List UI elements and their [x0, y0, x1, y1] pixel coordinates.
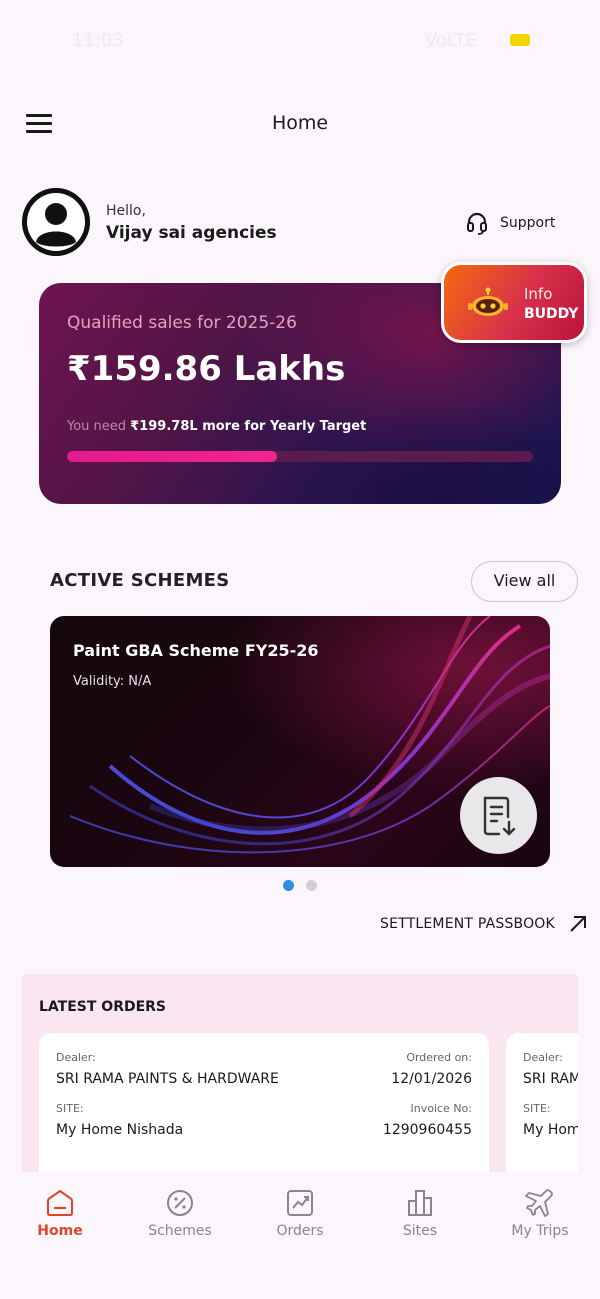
dealer-label: Dealer:	[56, 1051, 96, 1064]
bottom-navigation: Home Schemes Orders Sites My Trips	[0, 1172, 600, 1299]
home-icon	[47, 1189, 73, 1216]
invoice-label: Invoice No:	[410, 1102, 473, 1115]
nav-sites-label: Sites	[402, 1223, 438, 1239]
latest-orders-section: LATEST ORDERS Dealer: SRI RAMA PAINTS & …	[22, 974, 578, 1204]
site-name: My Home Nishada	[523, 1122, 578, 1138]
carousel-dot[interactable]	[306, 880, 317, 891]
ordered-on-date: 12/01/2026	[391, 1071, 472, 1087]
status-time: 11:03	[72, 30, 124, 51]
carousel-dot-active[interactable]	[283, 880, 294, 891]
buddy-line-2: BUDDY	[524, 306, 579, 322]
support-button[interactable]: Support	[466, 210, 555, 236]
buddy-line-1: Info	[524, 285, 553, 303]
arrow-up-right-icon	[570, 916, 586, 932]
airplane-icon	[525, 1189, 553, 1217]
settlement-passbook-link[interactable]: SETTLEMENT PASSBOOK	[380, 915, 587, 933]
greeting-text: Hello,	[106, 203, 146, 219]
sales-progress-fill	[67, 451, 277, 462]
document-download-icon	[483, 796, 516, 836]
view-all-button[interactable]: View all	[471, 561, 578, 602]
sales-label: Qualified sales for 2025-26	[67, 313, 297, 333]
info-buddy-button[interactable]: Info BUDDY	[441, 262, 587, 343]
scheme-document-button[interactable]	[460, 777, 537, 854]
nav-orders[interactable]: Orders	[250, 1188, 350, 1248]
headset-icon	[467, 212, 487, 235]
app-bar: Home	[0, 92, 600, 156]
nav-sites[interactable]: Sites	[370, 1188, 470, 1248]
status-bar: 11:03 VoLTE	[0, 0, 600, 80]
settlement-passbook-label: SETTLEMENT PASSBOOK	[380, 916, 555, 932]
support-label: Support	[500, 215, 556, 231]
battery-icon	[510, 34, 530, 46]
robot-icon	[468, 287, 508, 316]
site-label: SITE:	[523, 1102, 551, 1115]
page-title: Home	[271, 112, 329, 134]
sales-progress-bar	[67, 451, 533, 462]
target-prefix: You need	[67, 419, 127, 434]
nav-home-label: Home	[37, 1223, 83, 1239]
user-name: Vijay sai agencies	[106, 223, 277, 243]
invoice-number: 1290960455	[382, 1122, 472, 1138]
scheme-name: Paint GBA Scheme FY25-26	[73, 641, 319, 660]
nav-home[interactable]: Home	[10, 1188, 110, 1248]
target-text: You need ₹199.78L more for Yearly Target	[67, 419, 366, 434]
nav-schemes[interactable]: Schemes	[130, 1188, 230, 1248]
site-label: SITE:	[56, 1102, 84, 1115]
latest-orders-heading: LATEST ORDERS	[39, 999, 167, 1015]
dealer-label: Dealer:	[523, 1051, 563, 1064]
status-network: VoLTE	[425, 30, 477, 51]
building-icon	[408, 1190, 432, 1216]
nav-schemes-label: Schemes	[148, 1223, 212, 1239]
badge-percent-icon	[167, 1190, 193, 1216]
chart-up-icon	[287, 1190, 313, 1216]
scheme-card[interactable]: Paint GBA Scheme FY25-26 Validity: N/A	[50, 616, 550, 867]
site-name: My Home Nishada	[56, 1122, 184, 1138]
target-amount: ₹199.78L more for Yearly Target	[130, 419, 367, 434]
nav-my-trips[interactable]: My Trips	[490, 1188, 590, 1248]
nav-orders-label: Orders	[276, 1223, 324, 1239]
active-schemes-heading: ACTIVE SCHEMES	[50, 570, 230, 591]
ordered-on-label: Ordered on:	[406, 1051, 472, 1064]
dealer-name: SRI RAMA PAINTS & HARDWARE	[56, 1071, 279, 1087]
nav-my-trips-label: My Trips	[511, 1223, 569, 1239]
scheme-validity: Validity: N/A	[73, 674, 152, 689]
dealer-name: SRI RAMA PAINTS & HARDWARE	[523, 1071, 578, 1087]
carousel-indicator	[283, 880, 329, 891]
avatar[interactable]	[22, 188, 90, 256]
sales-value: ₹159.86 Lakhs	[67, 349, 346, 389]
